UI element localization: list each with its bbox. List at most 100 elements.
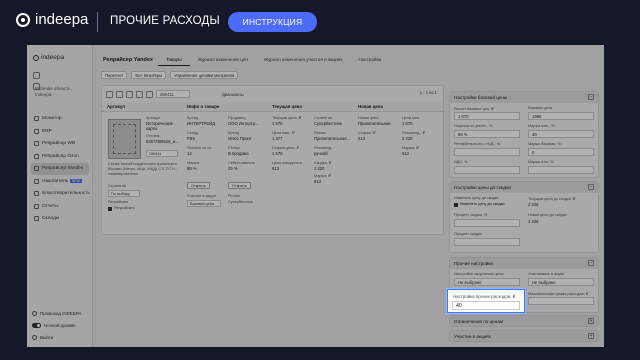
section-header[interactable]: Настройки базовой цены − [450,92,598,103]
tab-price-log[interactable]: Журнал изменения цен [190,56,256,66]
list-view-icon[interactable] [116,90,123,98]
current-mode-value: Прилипательная... [314,136,351,141]
field-label: Маржа базовая, % [528,142,561,146]
repricing-value: Репрайсить [114,206,135,210]
sidebar-item-accumulator[interactable]: Накопитель NEW [31,176,89,188]
current-old-value: 1 570 [272,151,283,156]
dark-mode-toggle[interactable]: Ночной дизайн [32,319,90,331]
section-header[interactable]: Участие в акциях + [450,331,598,341]
sort-icon[interactable] [146,90,153,98]
chat-icon[interactable] [33,72,40,79]
markup-input[interactable]: 88 % [454,130,520,138]
info-brand-value: ИНТЕРТРЕЙД [187,121,215,126]
other-expenses-input[interactable]: 40 [452,301,520,310]
base-margin-input[interactable]: 0 [528,148,594,156]
sidebar-item-erp[interactable]: ERP [31,126,89,138]
current-strategy-label: Стратегия [314,116,332,120]
other-expenses-highlight[interactable]: Настройка прочих расходов, ₽ 40 [447,289,525,313]
info-fulfilment-label: Участие в акции [187,194,216,198]
repricing-checkbox[interactable] [108,207,112,211]
gift-icon [32,310,37,316]
expand-icon[interactable]: + [588,318,594,324]
section-header[interactable]: Прочие настройки − [450,258,598,269]
field-label: Изменить цену до скидки [454,196,499,200]
sidebar-item-reports[interactable]: Отчеты [31,201,89,213]
section-header[interactable]: Ограничения по ценам + [450,316,598,326]
info-cost: Себестоимость 25 % [228,161,268,171]
tab-promo-log[interactable]: Журнал изменения участия в акциях [256,56,351,66]
change-pre-discount-checkbox[interactable] [454,203,458,207]
current-discount-label: Скидка, ₽ [314,161,332,165]
total-margin-input[interactable] [528,166,594,174]
date-range-select[interactable]: Диапазоны [222,90,244,98]
collapse-icon[interactable]: − [588,94,594,100]
collapse-icon[interactable]: − [588,260,594,266]
fulfilment-select[interactable]: Базовая цена [187,200,221,207]
workspace[interactable]: Рабочая область Indeepa [35,86,71,98]
collapse-icon[interactable]: − [588,184,594,190]
info-mode-label: Регион [228,194,241,198]
product-image[interactable] [108,119,141,159]
promo-participation-select[interactable]: Не выбрано [528,278,594,286]
filter-icon[interactable] [136,90,143,98]
store-price-management-button[interactable]: Управление ценами магазинов [170,71,239,79]
info-margin-value: 88 % [187,166,197,171]
sku-cell: Отслеж. 8267/009525_и... [146,134,182,144]
base-calc-input[interactable]: 1 670 [454,112,520,120]
open-button-secondary[interactable]: Открыть [228,182,251,189]
sku-short-field[interactable]: 250411 [146,150,178,157]
strategy-select[interactable]: По выбору [108,190,140,197]
pagination[interactable]: 1 - 1 из 1 [420,90,437,95]
sidebar-item-label: Репрайсер Ozon [42,153,79,159]
sidebar-item-label: Репрайсер Yandex [42,166,84,172]
repricing-label: Репрайсинг [108,200,129,204]
tab-products[interactable]: Товары [158,56,190,66]
sidebar-item-repricer-ozon[interactable]: Репрайсер Ozon [31,151,89,163]
column-header-info[interactable]: Инфо о товаре [187,104,219,109]
current-manual-label: Рекоменд. [314,146,333,150]
instruction-button[interactable]: ИНСТРУКЦИЯ [228,12,317,32]
promo-code[interactable]: Промокод INDEEPA [32,307,90,319]
new-price-label: Новая цена [358,116,379,120]
recalc-chip[interactable]: Пересчет [101,71,128,79]
new-min-label: Цена мин. [402,116,421,120]
field-label: Маржа мин., % [528,124,555,128]
sidebar-item-charity[interactable]: Благотворительность [31,188,90,200]
info-status: Статус В продаже [228,146,268,156]
tabs: Товары Журнал изменения цен Журнал измен… [158,56,389,66]
info-brand-label: Бренд [187,116,199,120]
new-recommended-value: 2 220 [402,136,413,141]
expand-icon[interactable]: + [588,333,594,339]
toggle-icon [32,322,41,328]
discount-input[interactable] [454,238,520,246]
base-price-input[interactable]: 1980 [528,112,594,120]
rounding-select[interactable]: Не выбрано [454,278,520,286]
column-header-current-price[interactable]: Текущая цена [272,104,302,109]
section-header[interactable]: Настройки цены до скидки − [450,182,598,193]
column-header-new-price[interactable]: Новая цена [358,104,383,109]
open-button[interactable]: Открыть [187,182,210,189]
current-manual: Рекоменд. ручной [314,146,354,156]
sidebar-item-label: Монитор [42,116,62,122]
sidebar-item-repricer-wb[interactable]: Репрайсер WB [31,138,89,150]
sidebar-item-warehouses[interactable]: Склады [31,213,89,225]
column-header-article[interactable]: Артикул [107,104,125,109]
current-competitor-label: Цена конкурента [272,161,302,165]
sidebar-item-repricer-yandex[interactable]: Репрайсер Yandex [31,163,89,175]
current-pre-discount-value: 2 226 [528,202,539,207]
vat-input[interactable] [454,166,520,174]
sidebar-item-monitor[interactable]: Монитор [31,113,89,125]
min-margin-input[interactable]: 40 [528,130,594,138]
new-min-value: 1 570 [402,121,413,126]
tab-settings[interactable]: Настройки [351,56,390,66]
discount-percent-input[interactable] [454,219,520,227]
profitability-input[interactable] [454,148,520,156]
visitors-select[interactable]: Все визитёры [131,71,167,79]
delete-icon[interactable] [126,90,133,98]
search-input[interactable]: 250411 [156,90,190,98]
logout[interactable]: Выйти [32,331,90,343]
max-expenses-input[interactable] [528,297,594,305]
workspace-value: Indeepa [35,92,52,97]
section-title: Участие в акциях [454,334,491,339]
grid-view-icon[interactable] [106,90,113,98]
